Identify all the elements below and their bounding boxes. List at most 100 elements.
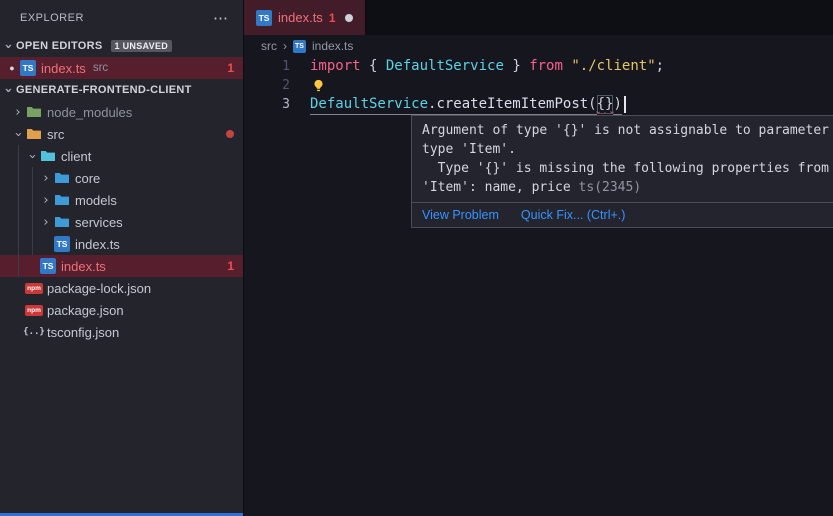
- hover-action-view[interactable]: View Problem: [422, 208, 499, 222]
- code-token: {}: [597, 95, 614, 114]
- tree-item-core[interactable]: › core: [0, 167, 243, 189]
- sidebar-header: EXPLORER ⋯: [0, 0, 243, 35]
- tree-item-index-ts[interactable]: TS index.ts: [0, 233, 243, 255]
- unsaved-badge: 1 UNSAVED: [111, 40, 173, 52]
- tree-item-models[interactable]: › models: [0, 189, 243, 211]
- explorer-title: EXPLORER: [20, 12, 84, 24]
- code-token: from: [529, 57, 563, 76]
- typescript-icon: TS: [54, 236, 70, 252]
- code-token: "./client": [571, 57, 655, 76]
- code-token: .: [428, 95, 436, 115]
- tree-item-label: package-lock.json: [47, 281, 151, 296]
- text-cursor: [624, 96, 626, 113]
- breadcrumb-file[interactable]: index.ts: [312, 39, 353, 53]
- breadcrumb: src › TS index.ts: [244, 35, 833, 57]
- hover-message: Argument of type '{}' is not assignable …: [412, 116, 833, 202]
- hover-message-line: Argument of type '{}' is not assignable …: [422, 121, 833, 140]
- error-hover-popup: Argument of type '{}' is not assignable …: [411, 115, 833, 228]
- hover-message-line: type 'Item'.: [422, 140, 833, 159]
- braces-icon: {..}: [26, 324, 42, 340]
- line-number: 1: [244, 57, 290, 76]
- chevron-collapsed-icon: ›: [38, 215, 54, 230]
- tree-item-src[interactable]: ›src: [0, 123, 243, 145]
- code-token: [521, 57, 529, 76]
- folder-src-icon: [26, 126, 42, 142]
- tree-item-label: index.ts: [75, 237, 120, 252]
- project-section-header[interactable]: › GENERATE-FRONTEND-CLIENT: [0, 79, 243, 101]
- typescript-icon: TS: [40, 258, 56, 274]
- tree-item-label: src: [47, 127, 64, 142]
- error-code: ts(2345): [571, 180, 641, 195]
- tree-item-label: package.json: [47, 303, 124, 318]
- error-count-badge: 1: [227, 61, 234, 75]
- error-count-badge: 1: [227, 259, 234, 273]
- code-line[interactable]: 2: [244, 76, 833, 95]
- file-tree: › node_modules ›src›client › core › models › ser…: [0, 101, 243, 343]
- tree-item-label: models: [75, 193, 117, 208]
- code-token: DefaultService: [310, 95, 428, 115]
- lightbulb-icon[interactable]: [312, 79, 325, 92]
- indent-guide: [18, 145, 19, 277]
- tree-item-label: index.ts: [61, 259, 106, 274]
- open-editors-title: OPEN EDITORS: [16, 40, 103, 52]
- folder-client-icon: [40, 148, 56, 164]
- editor-pane: TS index.ts 1 src › TS index.ts 1import …: [243, 0, 833, 516]
- folder-blue-icon: [54, 192, 70, 208]
- tree-item-index-ts[interactable]: TS index.ts 1: [0, 255, 243, 277]
- tab-label: index.ts: [278, 10, 323, 25]
- code-line[interactable]: 1import { DefaultService } from "./clien…: [244, 57, 833, 76]
- indent-guide: [32, 167, 33, 255]
- code-token: DefaultService: [386, 57, 504, 76]
- error-dot: [226, 130, 234, 138]
- open-editors-list: ● TS index.ts src 1: [0, 57, 243, 79]
- open-editors-header[interactable]: › OPEN EDITORS 1 UNSAVED: [0, 35, 243, 57]
- code-text: [290, 79, 325, 92]
- folder-blue-icon: [54, 170, 70, 186]
- tab-bar: TS index.ts 1: [244, 0, 833, 35]
- hover-actions: View Problem Quick Fix... (Ctrl+.): [412, 202, 833, 227]
- modified-dot-icon: ●: [4, 63, 20, 73]
- dirty-indicator-icon[interactable]: [345, 14, 353, 22]
- typescript-icon: TS: [293, 40, 306, 53]
- tab-index-ts[interactable]: TS index.ts 1: [244, 0, 366, 35]
- tree-item-client[interactable]: ›client: [0, 145, 243, 167]
- tree-item-services[interactable]: › services: [0, 211, 243, 233]
- code-token: [361, 57, 369, 76]
- chevron-right-icon: ›: [283, 39, 287, 53]
- chevron-collapsed-icon: ›: [38, 171, 54, 186]
- code-token: ;: [656, 57, 664, 76]
- code-token: (: [588, 95, 596, 115]
- line-number: 2: [244, 76, 290, 95]
- tree-item-package-lock-json[interactable]: npm package-lock.json: [0, 277, 243, 299]
- tree-item-label: services: [75, 215, 123, 230]
- code-text: DefaultService.createItemItemPost({}): [290, 95, 626, 115]
- open-editor-item[interactable]: ● TS index.ts src 1: [0, 57, 243, 79]
- code-token: {: [369, 57, 386, 76]
- hover-message-line: Type '{}' is missing the following prope…: [422, 159, 833, 178]
- code-text: import { DefaultService } from "./client…: [290, 57, 664, 76]
- tree-item-label: node_modules: [47, 105, 132, 120]
- tree-item-package-json[interactable]: npmpackage.json: [0, 299, 243, 321]
- more-actions-icon[interactable]: ⋯: [213, 9, 229, 27]
- code-token: [563, 57, 571, 76]
- code-token: }: [504, 57, 521, 76]
- open-editor-label: index.ts: [41, 61, 86, 76]
- chevron-expanded-icon: ›: [1, 38, 16, 54]
- tree-item-label: core: [75, 171, 100, 186]
- line-number: 3: [244, 95, 290, 114]
- typescript-icon: TS: [20, 60, 36, 76]
- hover-action-quick[interactable]: Quick Fix... (Ctrl+.): [521, 208, 626, 222]
- code-token: createItemItemPost: [436, 95, 588, 115]
- npm-icon: npm: [26, 280, 42, 296]
- tree-item-tsconfig-json[interactable]: {..}tsconfig.json: [0, 321, 243, 343]
- breadcrumb-folder[interactable]: src: [261, 39, 277, 53]
- folder-node-icon: [26, 104, 42, 120]
- code-area[interactable]: 1import { DefaultService } from "./clien…: [244, 57, 833, 114]
- chevron-collapsed-icon: ›: [10, 105, 26, 120]
- code-line[interactable]: 3DefaultService.createItemItemPost({}): [244, 95, 833, 114]
- chevron-collapsed-icon: ›: [38, 193, 54, 208]
- tab-error-badge: 1: [329, 11, 336, 25]
- tree-item-node-modules[interactable]: › node_modules: [0, 101, 243, 123]
- folder-blue-icon: [54, 214, 70, 230]
- open-editor-detail: src: [93, 62, 108, 74]
